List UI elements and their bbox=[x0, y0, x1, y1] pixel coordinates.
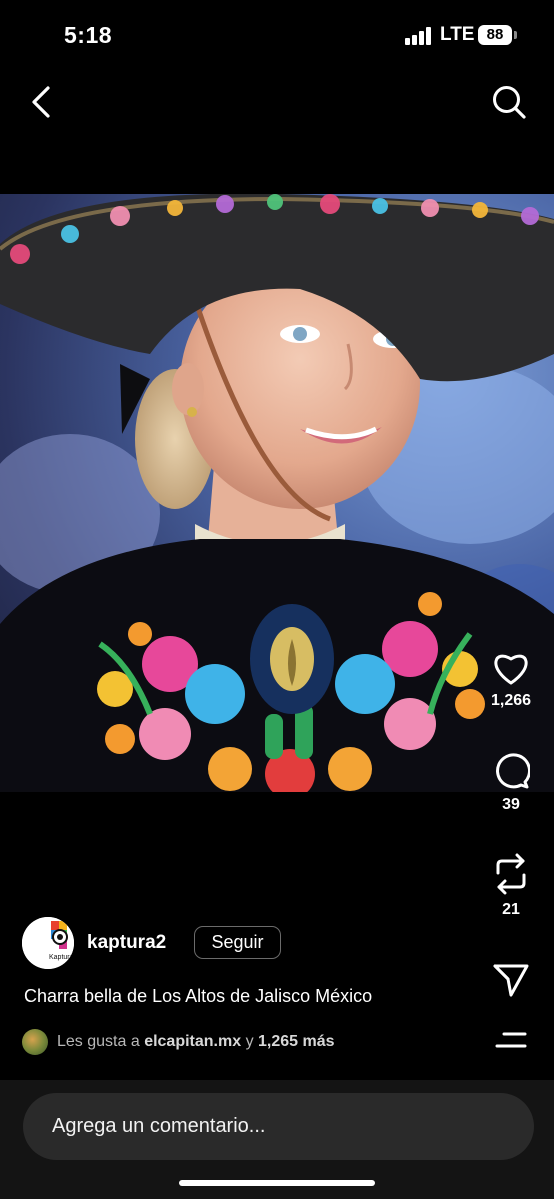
likes-user[interactable]: elcapitan.mx bbox=[144, 1033, 241, 1050]
heart-icon[interactable] bbox=[491, 650, 531, 686]
avatar-label: Kaptura bbox=[49, 954, 74, 961]
portrait-illustration bbox=[0, 194, 554, 792]
kaptura-logo: Kaptura bbox=[22, 917, 74, 969]
liker-avatar bbox=[22, 1029, 48, 1055]
like-action: 1,266 bbox=[480, 650, 542, 710]
comment-count: 39 bbox=[502, 796, 520, 813]
menu-lines-icon[interactable] bbox=[494, 1030, 528, 1052]
author-username[interactable]: kaptura2 bbox=[87, 932, 166, 954]
likes-summary[interactable]: Les gusta a elcapitan.mx y 1,265 más bbox=[22, 1028, 335, 1056]
home-indicator bbox=[179, 1180, 375, 1186]
comment-action: 39 bbox=[480, 752, 542, 814]
likes-prefix: Les gusta a bbox=[57, 1033, 140, 1050]
battery-tip bbox=[514, 31, 517, 39]
search-button[interactable] bbox=[490, 83, 528, 121]
status-time: 5:18 bbox=[64, 22, 113, 48]
more-action bbox=[480, 1030, 542, 1052]
comment-input[interactable] bbox=[23, 1093, 534, 1160]
likes-text: Les gusta a elcapitan.mx y 1,265 más bbox=[57, 1033, 335, 1051]
back-button[interactable] bbox=[24, 83, 62, 121]
post-caption: Charra bella de Los Altos de Jalisco Méx… bbox=[24, 986, 373, 1006]
repost-action: 21 bbox=[480, 853, 542, 919]
repost-icon[interactable] bbox=[493, 853, 529, 895]
repost-count: 21 bbox=[502, 901, 520, 918]
comment-bubble-icon[interactable] bbox=[492, 752, 530, 790]
signal-icon bbox=[405, 27, 433, 45]
network-label: LTE bbox=[440, 24, 475, 45]
status-bar: 5:18 LTE 88 bbox=[0, 0, 554, 72]
likes-connector: y bbox=[245, 1033, 254, 1050]
search-icon bbox=[493, 86, 526, 119]
author-avatar[interactable]: Kaptura bbox=[22, 917, 74, 969]
post-photo[interactable] bbox=[0, 194, 554, 792]
battery-icon: 88 bbox=[478, 25, 512, 45]
chevron-left-icon bbox=[32, 86, 50, 118]
like-count: 1,266 bbox=[490, 692, 532, 709]
share-action bbox=[480, 962, 542, 998]
paper-plane-icon[interactable] bbox=[492, 962, 530, 998]
follow-button[interactable]: Seguir bbox=[194, 926, 281, 959]
likes-others[interactable]: 1,265 más bbox=[258, 1033, 335, 1050]
